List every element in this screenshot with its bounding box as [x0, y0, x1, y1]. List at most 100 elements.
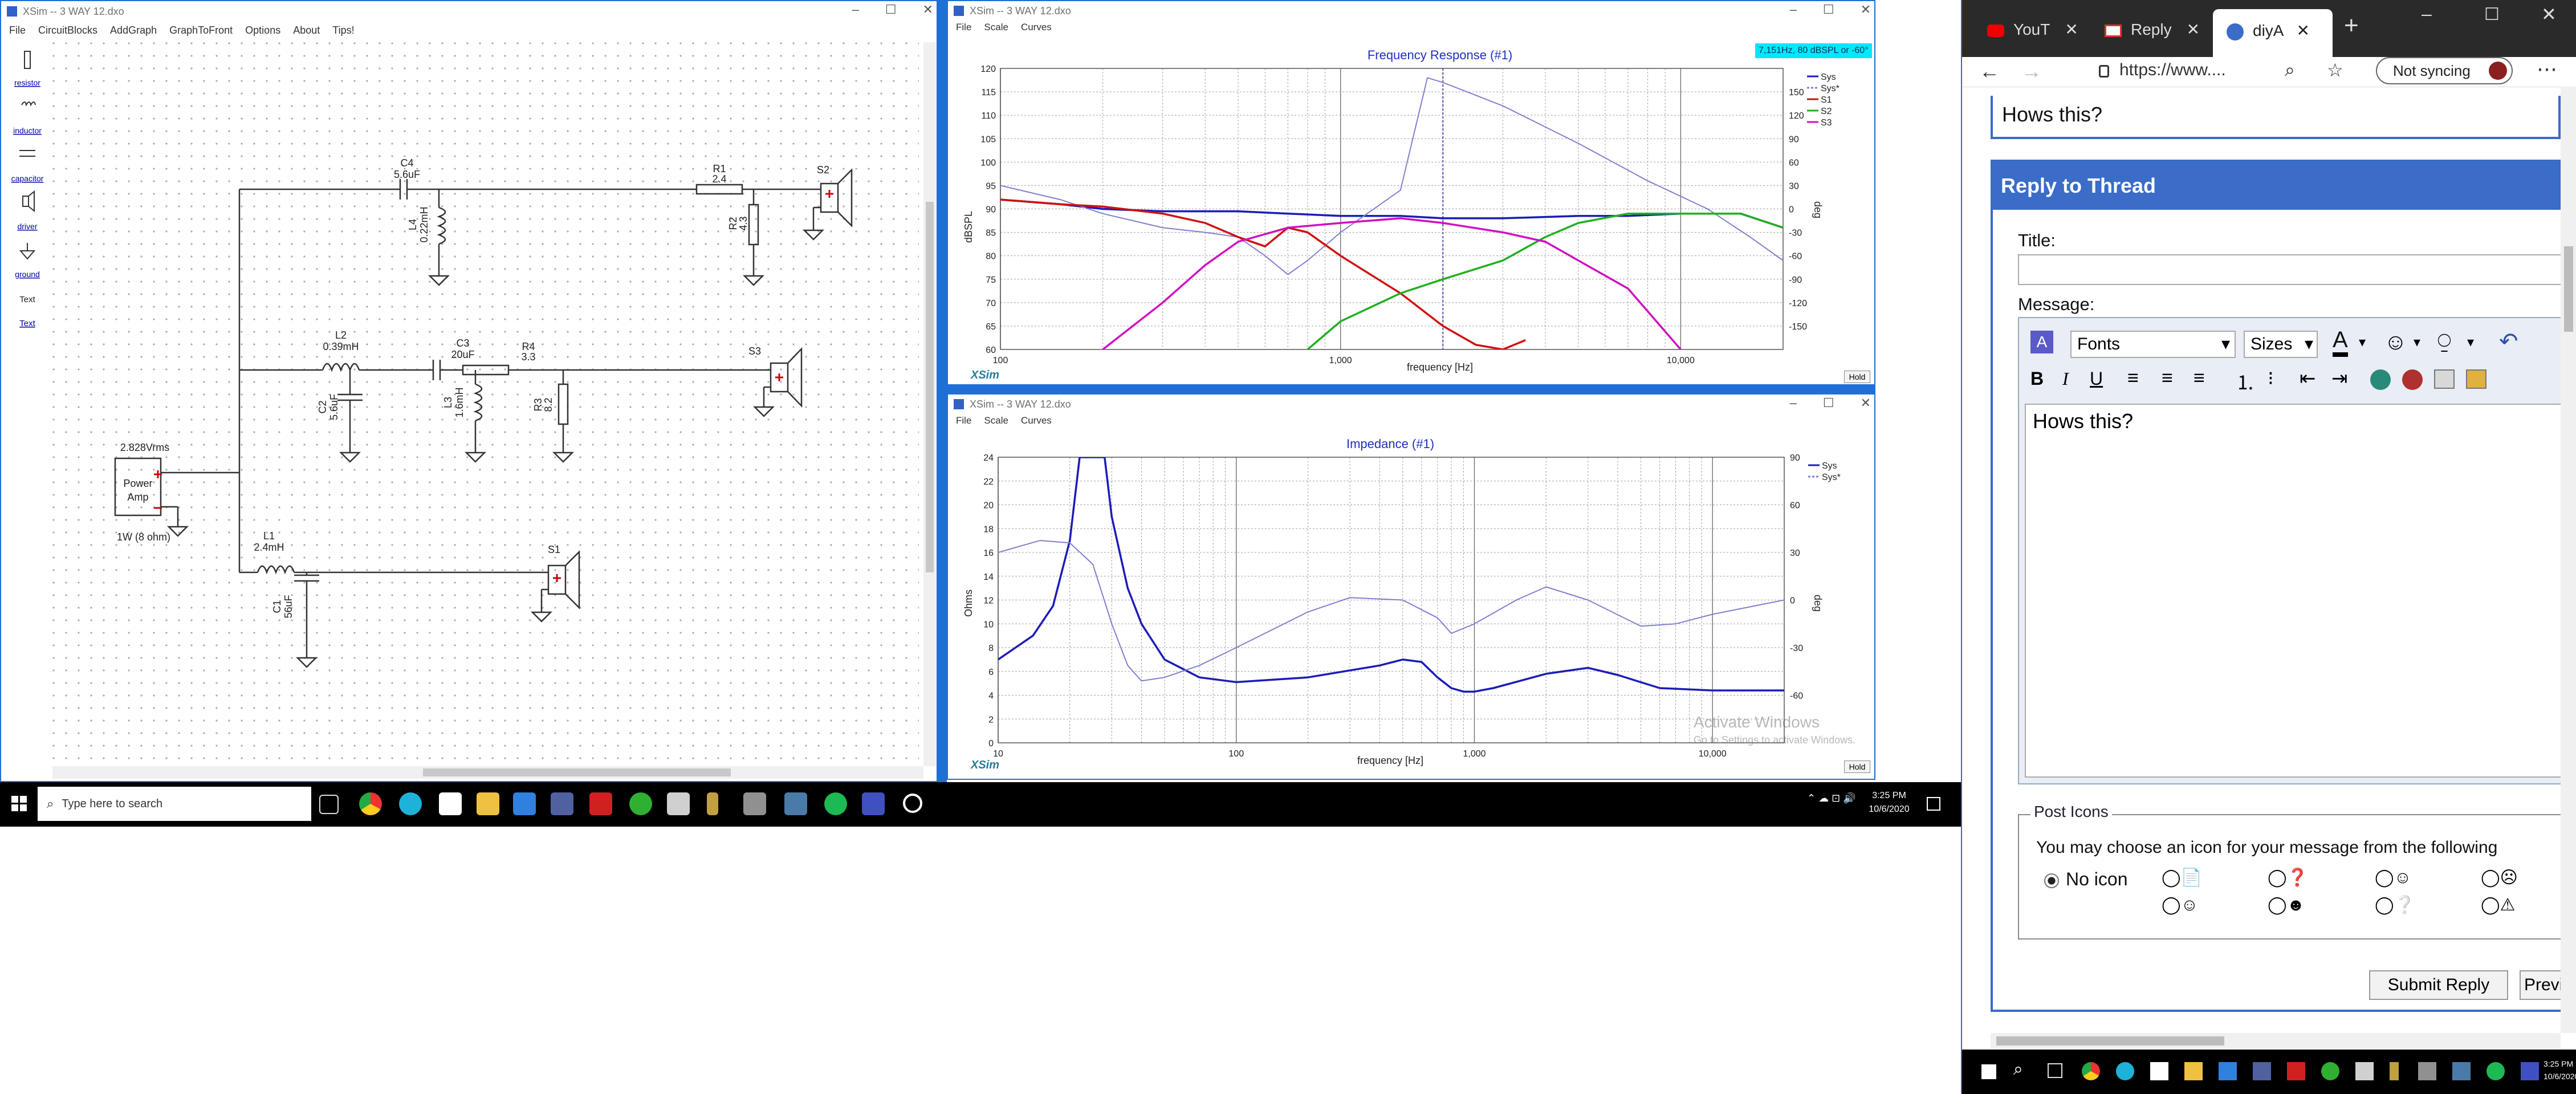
xsim-taskbar-icon[interactable] [862, 792, 885, 815]
taskbar-clock[interactable]: 3:25 PM 10/6/2020 [1866, 789, 1912, 816]
window-maximize-icon[interactable]: ☐ [2484, 5, 2500, 25]
menu-tips[interactable]: Tips! [332, 25, 354, 36]
palette-driver[interactable]: driver [17, 190, 38, 231]
bug-icon[interactable] [2287, 1062, 2305, 1080]
mail-icon[interactable] [513, 792, 536, 815]
browser-vscrollbar[interactable] [2561, 87, 2576, 1033]
submit-reply-button[interactable]: Submit Reply [2369, 970, 2508, 1000]
hold-button[interactable]: Hold [1844, 760, 1870, 773]
menu-curves[interactable]: Curves [1021, 415, 1052, 426]
menu-options[interactable]: Options [245, 25, 280, 36]
hold-button[interactable]: Hold [1844, 371, 1870, 383]
align-right-icon[interactable]: ≡ [2194, 367, 2205, 389]
steam-icon[interactable] [784, 792, 807, 815]
title-input[interactable] [2018, 254, 2576, 285]
tab-reply[interactable]: Reply ✕ [2105, 15, 2219, 44]
menu-scale[interactable]: Scale [984, 22, 1008, 33]
cloud-icon[interactable] [667, 792, 690, 815]
palette-ground[interactable]: ground [15, 243, 40, 279]
folder-icon[interactable] [2184, 1062, 2203, 1080]
taskbar-search[interactable]: ⌕ Type here to search [38, 787, 311, 821]
menu-circuitblocks[interactable]: CircuitBlocks [38, 25, 97, 36]
chevron-down-icon[interactable]: ▾ [2414, 334, 2420, 351]
menu-graphtofront[interactable]: GraphToFront [169, 25, 233, 36]
no-icon-radio[interactable]: No icon [2044, 869, 2128, 890]
zoom-icon[interactable]: ⌕ [2285, 59, 2295, 81]
shield-icon[interactable] [551, 792, 573, 815]
start-icon[interactable] [1981, 1064, 1996, 1079]
post-icon-cool[interactable]: ◯☻ [2268, 895, 2305, 915]
smiley-icon[interactable]: ☺ [2384, 330, 2407, 355]
menu-addgraph[interactable]: AddGraph [110, 25, 157, 36]
align-center-icon[interactable]: ≡ [2162, 367, 2173, 389]
image-icon[interactable] [2466, 369, 2487, 389]
close-icon[interactable]: ✕ [1861, 2, 1871, 17]
window-close-icon[interactable]: ✕ [2541, 3, 2557, 25]
underline-icon[interactable]: U [2090, 368, 2103, 389]
remove-format-icon[interactable]: A [2030, 331, 2053, 353]
edge-icon[interactable] [399, 792, 422, 815]
post-icon-question[interactable]: ◯❔ [2375, 895, 2415, 915]
address-bar[interactable]: https://www.... [2119, 60, 2226, 80]
maximize-icon[interactable]: ☐ [1823, 396, 1834, 410]
minimize-icon[interactable]: – [852, 2, 859, 17]
forward-icon[interactable]: → [2021, 59, 2042, 83]
bold-icon[interactable]: B [2030, 368, 2044, 389]
schematic-canvas[interactable]: C4 5.6uF R1 2.4 S2 L2 0.39mH C3 20uF R4 … [52, 42, 919, 766]
maximize-icon[interactable]: ☐ [1823, 2, 1834, 17]
chevron-down-icon[interactable]: ▾ [2467, 334, 2474, 351]
menu-file[interactable]: File [9, 25, 26, 36]
menu-curves[interactable]: Curves [1021, 22, 1052, 33]
frequency-response-chart[interactable]: Frequency Response (#1) frequency [Hz] d… [948, 39, 1874, 383]
impedance-chart[interactable]: Impedance (#1) frequency [Hz] Ohms deg X… [948, 432, 1874, 779]
bug-icon[interactable] [589, 792, 612, 815]
start-button[interactable] [11, 796, 27, 812]
guitar-icon[interactable] [707, 792, 718, 815]
palette-resistor[interactable]: resistor [14, 51, 40, 87]
menu-file[interactable]: File [956, 415, 971, 426]
freq-titlebar[interactable]: XSim -- 3 WAY 12.dxo [948, 1, 1874, 21]
menu-scale[interactable]: Scale [984, 415, 1008, 426]
not-syncing-button[interactable]: Not syncing [2376, 57, 2513, 84]
close-icon[interactable]: ✕ [1861, 396, 1871, 410]
favorite-star-icon[interactable]: ☆ [2327, 59, 2343, 81]
back-icon[interactable]: ← [1979, 59, 2000, 83]
window-minimize-icon[interactable]: – [2422, 3, 2432, 25]
minimize-icon[interactable]: – [1790, 396, 1797, 410]
store-icon[interactable] [439, 792, 462, 815]
bulleted-list-icon[interactable]: ⁝ [2268, 367, 2274, 390]
size-select[interactable]: Sizes ▾ [2244, 331, 2318, 358]
close-icon[interactable]: ✕ [2187, 21, 2200, 38]
store-icon[interactable] [2150, 1062, 2168, 1080]
unlink-icon[interactable] [2402, 369, 2423, 390]
calculator-icon[interactable] [2418, 1062, 2436, 1080]
palette-inductor[interactable]: inductor [13, 101, 42, 135]
close-icon[interactable]: ✕ [923, 2, 933, 17]
close-icon[interactable]: ✕ [2296, 22, 2309, 39]
indent-icon[interactable]: ⇥ [2331, 367, 2348, 390]
browser-hscrollbar[interactable] [1991, 1033, 2561, 1049]
align-left-icon[interactable]: ≡ [2127, 367, 2139, 389]
attachment-icon[interactable]: ⍜ [2437, 328, 2451, 354]
notification-icon[interactable] [1927, 797, 1940, 811]
menu-file[interactable]: File [956, 22, 971, 33]
outdent-icon[interactable]: ⇤ [2300, 367, 2316, 390]
guitar-icon[interactable] [2390, 1062, 2399, 1080]
xsim-taskbar-icon[interactable] [2521, 1062, 2539, 1080]
link-icon[interactable] [2370, 369, 2391, 390]
tab-diyaudio[interactable]: diyA ✕ [2213, 9, 2333, 57]
circuit-hscrollbar[interactable] [52, 766, 923, 779]
post-icon-warning[interactable]: ◯⚠ [2481, 895, 2515, 915]
undo-icon[interactable]: ↶ [2499, 328, 2518, 355]
right-clock[interactable]: 3:25 PM 10/6/2020 [2544, 1058, 2576, 1083]
circuit-vscrollbar[interactable] [923, 42, 936, 766]
post-icon-happy[interactable]: ◯☺ [2162, 895, 2198, 915]
shield-icon[interactable] [2253, 1062, 2271, 1080]
palette-capacitor[interactable]: capacitor [11, 150, 44, 183]
font-select[interactable]: Fonts ▾ [2070, 331, 2236, 358]
mail-icon[interactable] [2219, 1062, 2237, 1080]
chrome-icon[interactable] [2082, 1062, 2100, 1080]
folder-icon[interactable] [477, 792, 499, 815]
search-icon[interactable]: ⌕ [2013, 1060, 2023, 1079]
maximize-icon[interactable]: ☐ [885, 2, 897, 17]
